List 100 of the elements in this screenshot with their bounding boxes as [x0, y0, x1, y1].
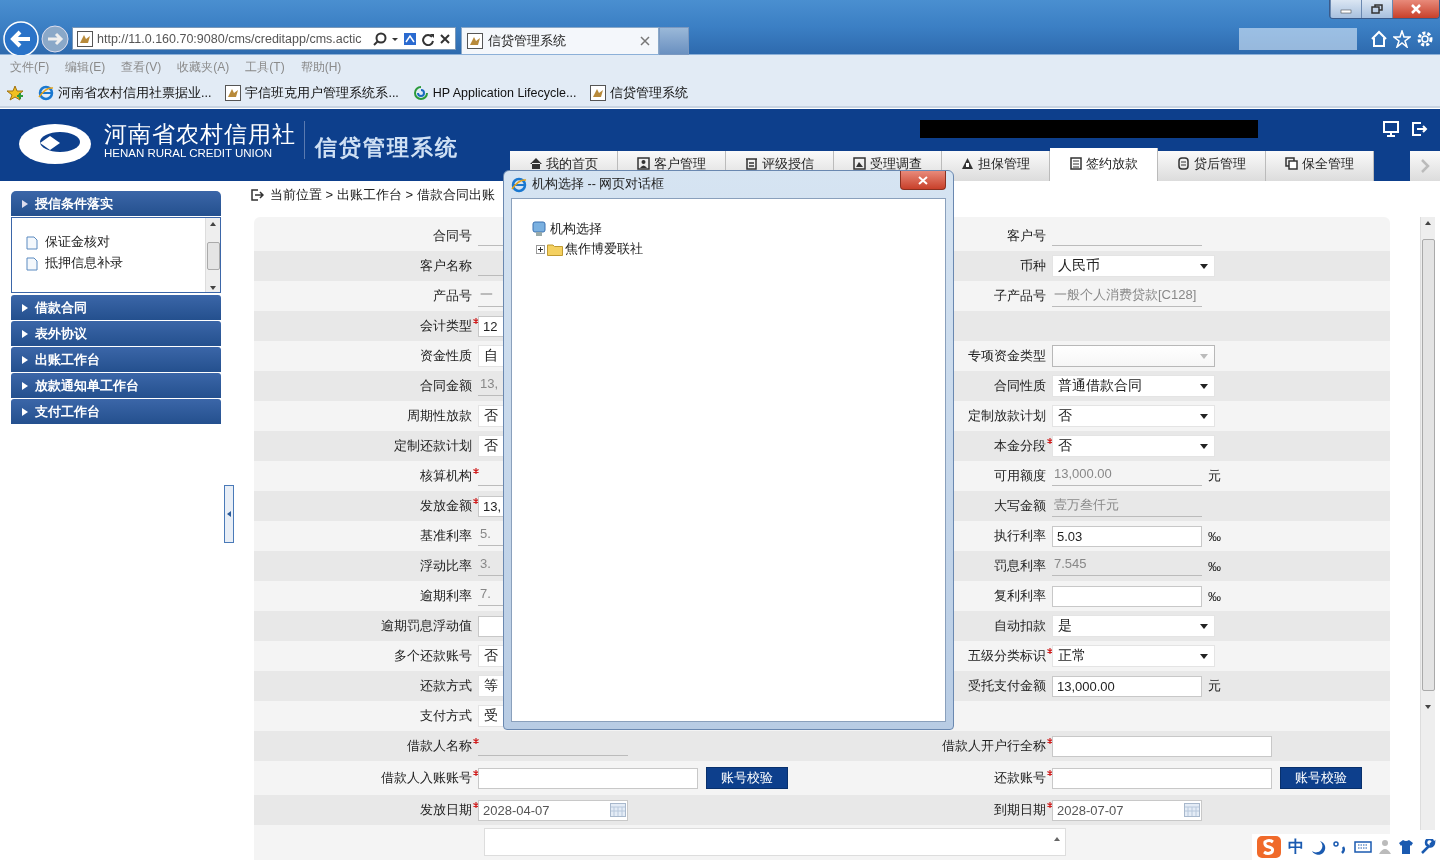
sidebar-section[interactable]: 授信条件落实 [11, 191, 221, 216]
dropdown[interactable]: 正常 [1052, 645, 1215, 667]
tree-node[interactable]: 机构选择 [550, 220, 602, 238]
input-field[interactable]: 5.03 [1052, 525, 1202, 547]
sogou-logo-icon[interactable] [1256, 835, 1282, 859]
shirt-icon[interactable] [1398, 839, 1414, 855]
nav-tab[interactable]: 担保管理 [942, 151, 1050, 181]
ime-mode[interactable]: 中 [1288, 836, 1304, 858]
field-label: 到期日期 [994, 801, 1053, 819]
verify-button[interactable]: 账号校验 [706, 767, 788, 789]
date-field[interactable]: 2028-04-07 [478, 799, 628, 821]
triangle-icon [21, 328, 29, 339]
settings-icon[interactable] [1416, 30, 1434, 48]
chevron-right-icon [1420, 158, 1430, 174]
field-label: 发放金额 [420, 497, 479, 515]
input-field[interactable] [1052, 585, 1202, 607]
home-icon[interactable] [1370, 30, 1388, 48]
input-field[interactable] [1052, 735, 1272, 757]
close-icon[interactable] [439, 32, 451, 45]
breadcrumb: 当前位置 > 出账工作台 > 借款合同出账 [270, 186, 495, 204]
field-label: 借款人入账账号 [381, 769, 479, 787]
moon-icon[interactable] [1310, 839, 1326, 855]
favorite-link[interactable]: 信贷管理系统 [590, 84, 689, 102]
sidebar-section[interactable]: 放款通知单工作台 [11, 373, 221, 398]
dropdown[interactable]: 否 [1052, 405, 1215, 427]
field-label: 客户号 [1007, 227, 1046, 245]
refresh-icon[interactable] [421, 31, 435, 46]
field-label: 支付方式 [420, 707, 472, 725]
close-button[interactable] [900, 171, 946, 190]
compatibility-icon[interactable] [403, 31, 417, 46]
document-icon [1177, 157, 1190, 170]
forward-icon[interactable] [40, 24, 70, 54]
dropdown[interactable]: 是 [1052, 615, 1215, 637]
sidebar-item[interactable]: 保证金核对 [26, 234, 205, 251]
field-label: 定制放款计划 [968, 407, 1046, 425]
close-button[interactable] [1392, 0, 1439, 18]
org-name-english: HENAN RURAL CREDIT UNION [104, 147, 274, 159]
field-label: 还款方式 [420, 677, 472, 695]
field-label: 定制还款计划 [394, 437, 472, 455]
sidebar-section[interactable]: 借款合同 [11, 295, 221, 320]
field-label: 周期性放款 [407, 407, 472, 425]
field-label: 本金分段 [994, 437, 1053, 455]
browser-tab[interactable]: 信贷管理系统 [461, 27, 659, 54]
computer-icon [532, 221, 546, 237]
sidebar-item[interactable]: 抵押信息补录 [26, 255, 205, 272]
caret-icon [1200, 383, 1208, 389]
nav-tab[interactable]: 保全管理 [1266, 151, 1374, 181]
favorite-link[interactable]: HP Application Lifecycle... [412, 85, 577, 101]
triangle-icon [21, 198, 29, 209]
dropdown[interactable]: 普通借款合同 [1052, 375, 1215, 397]
favorite-link[interactable]: 宇信班克用户管理系统系... [225, 84, 399, 102]
ie-icon [511, 176, 527, 193]
field-label: 五级分类标识 [968, 647, 1053, 665]
exit-icon[interactable] [1410, 119, 1428, 138]
back-icon[interactable] [2, 20, 40, 58]
restore-icon [1371, 4, 1383, 14]
collapse-handle[interactable] [224, 485, 234, 543]
dropdown[interactable]: 人民币 [1052, 255, 1215, 277]
unit-label: 元 [1208, 677, 1221, 695]
sidebar-section[interactable]: 支付工作台 [11, 399, 221, 424]
keyboard-icon[interactable] [1354, 840, 1372, 854]
field-label: 自动扣款 [994, 617, 1046, 635]
sidebar-section[interactable]: 表外协议 [11, 321, 221, 346]
readonly-field: 13,000.00 [1052, 466, 1202, 486]
page-icon [77, 30, 93, 47]
punctuation-icon[interactable] [1332, 839, 1348, 855]
verify-button[interactable]: 账号校验 [1280, 767, 1362, 789]
copy-icon [1285, 157, 1298, 170]
nav-tab[interactable]: 贷后管理 [1158, 151, 1266, 181]
nav-tab[interactable]: 签约放款 [1050, 148, 1158, 181]
field-label: 借款人开户行全称 [942, 737, 1053, 755]
swirl-icon [412, 85, 429, 101]
favorites-star-icon[interactable] [6, 85, 24, 101]
org-name: 河南省农村信用社 [104, 121, 296, 147]
star-icon[interactable] [1393, 30, 1411, 48]
dropdown[interactable]: 否 [1052, 435, 1215, 457]
input-field[interactable] [478, 767, 698, 789]
field-label: 基准利率 [420, 527, 472, 545]
input-field[interactable]: 13,000.00 [1052, 675, 1202, 697]
minimize-button[interactable] [1330, 0, 1361, 18]
favorite-link[interactable]: 河南省农村信用社票据业... [38, 84, 212, 102]
tree-node[interactable]: 焦作博爱联社 [565, 240, 643, 258]
wrench-icon[interactable] [1420, 839, 1436, 855]
field-label: 逾期利率 [420, 587, 472, 605]
monitor-icon[interactable] [1382, 119, 1400, 138]
field-label: 合同金额 [420, 377, 472, 395]
field-label: 受托支付金额 [968, 677, 1046, 695]
input-field[interactable] [1052, 767, 1272, 789]
address-bar[interactable]: http://11.0.160.70:9080/cms/creditapp/cms.actic [72, 27, 456, 50]
date-field[interactable]: 2028-07-07 [1052, 799, 1202, 821]
search-field[interactable] [1239, 28, 1357, 50]
plus-icon[interactable] [536, 244, 545, 254]
sidebar-section[interactable]: 出账工作台 [11, 347, 221, 372]
exit-icon [250, 188, 264, 202]
restore-button[interactable] [1361, 0, 1392, 18]
close-icon [1410, 4, 1422, 14]
search-icon[interactable] [373, 31, 387, 46]
field-label: 复利利率 [994, 587, 1046, 605]
caret-icon [1200, 263, 1208, 269]
document-icon [1069, 157, 1082, 170]
